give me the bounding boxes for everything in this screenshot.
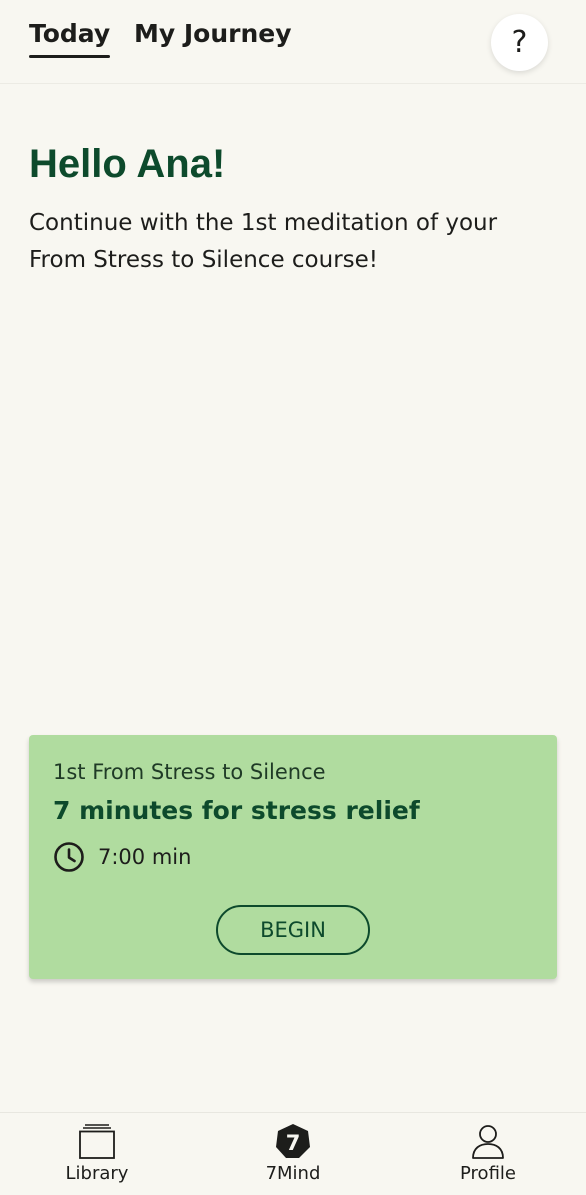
tab-my-journey[interactable]: My Journey	[134, 18, 292, 50]
top-bar: Today My Journey ?	[0, 0, 586, 84]
profile-icon	[472, 1125, 504, 1159]
7mind-logo-icon: 7	[276, 1124, 310, 1158]
tab-today[interactable]: Today	[29, 18, 111, 58]
nav-label-7mind: 7Mind	[265, 1163, 321, 1184]
meditation-card[interactable]: 1st From Stress to Silence 7 minutes for…	[29, 735, 557, 979]
intro-text: Continue with the 1st meditation of your…	[29, 210, 498, 273]
nav-item-profile[interactable]: Profile	[428, 1113, 548, 1195]
begin-button[interactable]: BEGIN	[216, 905, 370, 955]
help-button[interactable]: ?	[491, 14, 548, 71]
duration-row: 7:00 min	[53, 841, 191, 873]
bottom-nav: Library 7 7Mind Profile	[0, 1112, 586, 1194]
duration-text: 7:00 min	[98, 845, 192, 869]
nav-label-profile: Profile	[460, 1163, 516, 1184]
meditation-title: 7 minutes for stress relief	[53, 796, 420, 825]
course-label: 1st From Stress to Silence	[53, 760, 326, 784]
nav-item-7mind[interactable]: 7 7Mind	[233, 1113, 353, 1195]
greeting-heading: Hello Ana!	[29, 142, 226, 186]
library-icon	[79, 1124, 115, 1159]
svg-text:7: 7	[286, 1131, 301, 1155]
nav-item-library[interactable]: Library	[37, 1113, 157, 1195]
clock-icon	[54, 842, 84, 872]
nav-label-library: Library	[65, 1163, 129, 1184]
question-mark-icon: ?	[511, 24, 528, 60]
